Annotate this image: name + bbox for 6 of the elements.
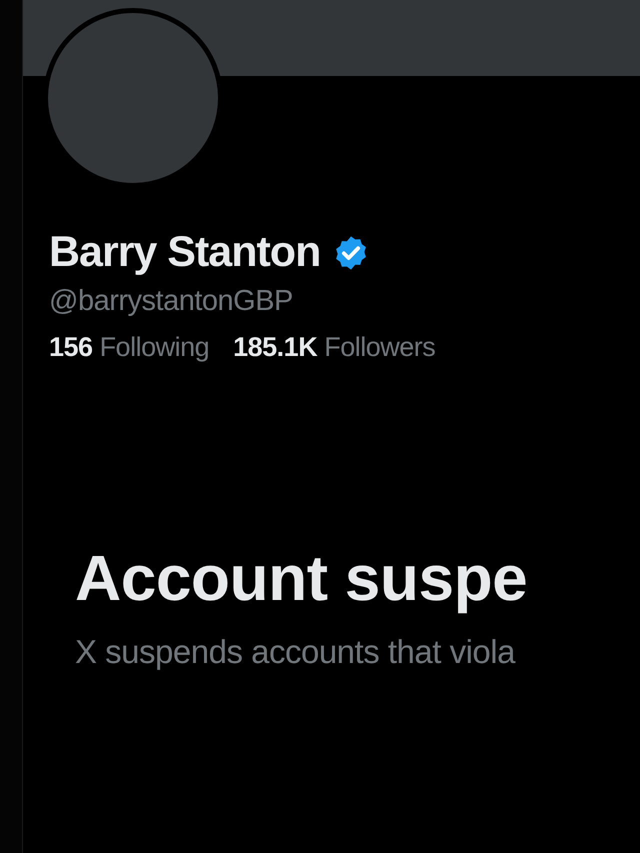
profile-handle: @barrystantonGBP [49, 285, 294, 318]
notice-text: X suspends accounts that viola [75, 633, 516, 671]
notice-title: Account suspe [75, 541, 528, 615]
stat-link[interactable]: 156 Following [49, 332, 210, 363]
stat-link[interactable]: 185.1K Followers [233, 332, 436, 363]
profile-name: Barry Stanton [49, 228, 320, 277]
